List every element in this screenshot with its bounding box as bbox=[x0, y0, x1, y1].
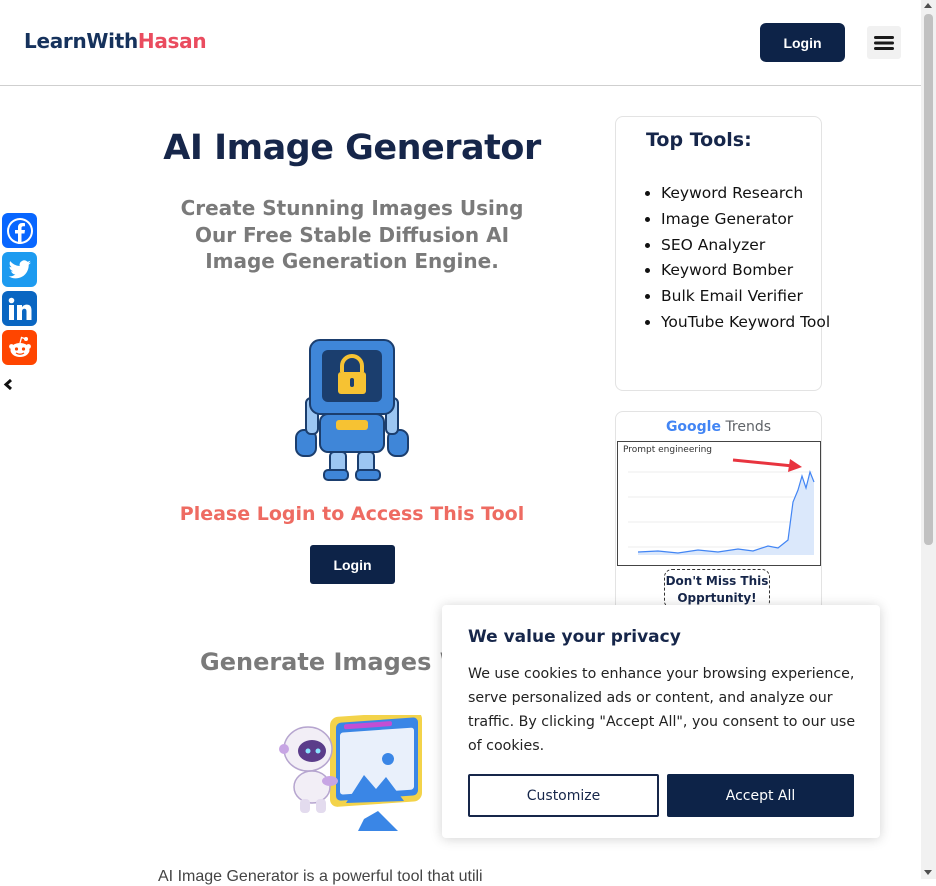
top-tools-list: Keyword Research Image Generator SEO Ana… bbox=[642, 181, 831, 336]
tool-link[interactable]: YouTube Keyword Tool bbox=[661, 310, 831, 336]
scroll-down-arrow-icon[interactable] bbox=[924, 870, 932, 875]
twitter-icon bbox=[8, 259, 31, 278]
page-title: AI Image Generator bbox=[163, 128, 541, 168]
facebook-icon bbox=[6, 217, 33, 244]
site-header: LearnWithHasan Login bbox=[0, 0, 921, 86]
google-trends-banner[interactable]: Google Trends Prompt engineering Don't M… bbox=[615, 411, 822, 613]
share-linkedin-button[interactable] bbox=[2, 291, 37, 326]
reddit-icon bbox=[8, 336, 31, 357]
google-wordmark: Google bbox=[665, 419, 721, 435]
top-tools-title: Top Tools: bbox=[646, 129, 752, 151]
linkedin-icon bbox=[8, 297, 31, 320]
google-trends-logo: Google Trends bbox=[616, 419, 821, 435]
dont-miss-badge: Don't Miss This Opprtunity! bbox=[664, 569, 770, 609]
scroll-up-arrow-icon[interactable] bbox=[924, 3, 932, 8]
site-logo[interactable]: LearnWithHasan bbox=[24, 29, 207, 53]
header-login-button[interactable]: Login bbox=[760, 23, 845, 62]
page-scrollbar[interactable] bbox=[921, 0, 936, 879]
scrollbar-thumb[interactable] bbox=[924, 14, 933, 545]
locked-robot-illustration bbox=[295, 339, 409, 481]
top-tools-card: Top Tools: Keyword Research Image Genera… bbox=[615, 116, 830, 391]
tool-link[interactable]: Bulk Email Verifier bbox=[661, 284, 831, 310]
trends-wordmark: Trends bbox=[725, 419, 772, 435]
intro-paragraph: AI Image Generator is a powerful tool th… bbox=[158, 868, 483, 885]
login-required-message: Please Login to Access This Tool bbox=[179, 503, 525, 525]
hamburger-menu-icon bbox=[874, 35, 894, 50]
customize-cookies-button[interactable]: Customize bbox=[468, 774, 659, 817]
cookie-consent-banner: We value your privacy We use cookies to … bbox=[442, 605, 880, 838]
accept-all-cookies-button[interactable]: Accept All bbox=[667, 774, 854, 817]
page-subtitle: Create Stunning Images Using Our Free St… bbox=[180, 196, 524, 273]
share-twitter-button[interactable] bbox=[2, 252, 37, 287]
tool-link[interactable]: SEO Analyzer bbox=[661, 233, 831, 259]
cookie-title: We value your privacy bbox=[468, 627, 681, 647]
tool-link[interactable]: Keyword Research bbox=[661, 181, 831, 207]
trend-line-chart bbox=[628, 458, 815, 555]
share-reddit-button[interactable] bbox=[2, 330, 37, 365]
share-facebook-button[interactable] bbox=[2, 213, 37, 248]
logo-text-primary: LearnWith bbox=[24, 29, 138, 53]
trends-chart: Prompt engineering bbox=[617, 441, 821, 566]
logo-text-accent: Hasan bbox=[137, 29, 207, 53]
tool-link[interactable]: Keyword Bomber bbox=[661, 258, 831, 284]
robot-with-screen-illustration bbox=[279, 715, 422, 831]
cookie-description: We use cookies to enhance your browsing … bbox=[468, 666, 856, 754]
menu-toggle-button[interactable] bbox=[867, 26, 901, 59]
tool-link[interactable]: Image Generator bbox=[661, 207, 831, 233]
tool-login-button[interactable]: Login bbox=[310, 545, 395, 584]
hide-chevron-icon[interactable] bbox=[3, 379, 14, 390]
